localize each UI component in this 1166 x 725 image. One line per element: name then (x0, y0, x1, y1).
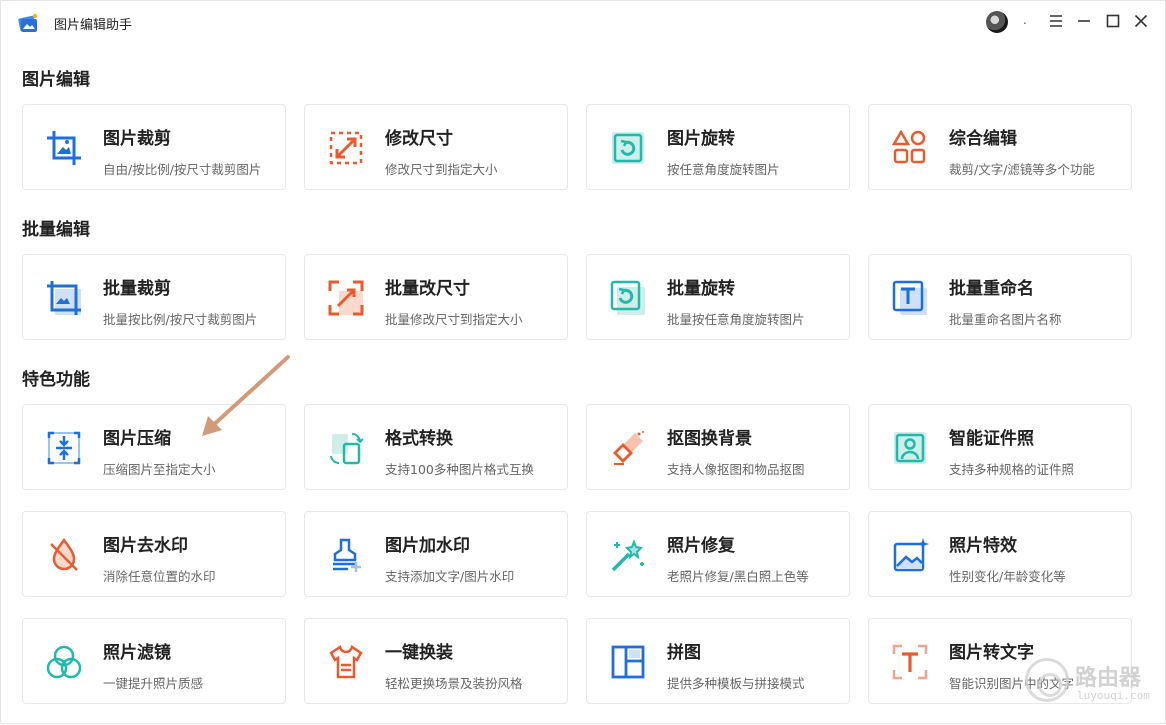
section-title-batch-edit: 批量编辑 (22, 220, 90, 240)
card-desc: 压缩图片至指定大小 (103, 462, 216, 477)
resize-icon (329, 131, 363, 165)
minimize-button[interactable] (1072, 9, 1096, 33)
card-title: 图片旋转 (667, 129, 735, 149)
no-drop-icon (50, 537, 78, 571)
card-photo-restore[interactable]: 照片修复 老照片修复/黑白照上色等 (586, 511, 850, 597)
batch-rotate-icon (610, 280, 645, 315)
maximize-icon (1106, 14, 1120, 28)
card-desc: 智能识别图片中的文字 (949, 676, 1075, 691)
convert-icon (330, 432, 364, 465)
card-desc: 支持多种规格的证件照 (949, 462, 1075, 477)
card-title: 综合编辑 (949, 129, 1017, 149)
title-bar: 图片编辑助手 . (1, 1, 1165, 43)
card-batch-crop[interactable]: 批量裁剪 批量按比例/按尺寸裁剪图片 (22, 254, 286, 340)
card-title: 批量重命名 (949, 279, 1034, 299)
card-desc: 裁剪/文字/滤镜等多个功能 (949, 162, 1095, 177)
card-desc: 批量修改尺寸到指定大小 (385, 312, 523, 327)
card-desc: 提供多种模板与拼接模式 (667, 676, 805, 691)
card-desc: 按任意角度旋转图片 (667, 162, 780, 177)
card-id-photo[interactable]: 智能证件照 支持多种规格的证件照 (868, 404, 1132, 490)
card-title: 图片去水印 (103, 536, 188, 556)
card-title: 照片特效 (949, 536, 1017, 556)
card-desc: 支持添加文字/图片水印 (385, 569, 515, 584)
card-desc: 消除任意位置的水印 (103, 569, 216, 584)
card-title: 一键换装 (385, 643, 453, 663)
card-collage[interactable]: 拼图 提供多种模板与拼接模式 (586, 618, 850, 704)
card-add-watermark[interactable]: 图片加水印 支持添加文字/图片水印 (304, 511, 568, 597)
card-title: 图片转文字 (949, 643, 1034, 663)
card-desc: 批量按比例/按尺寸裁剪图片 (103, 312, 258, 327)
user-avatar[interactable] (986, 11, 1008, 33)
eraser-icon (613, 431, 644, 465)
batch-resize-icon (328, 280, 364, 316)
card-desc: 老照片修复/黑白照上色等 (667, 569, 809, 584)
card-desc: 性别变化/年龄变化等 (949, 569, 1066, 584)
shapes-icon (891, 129, 926, 164)
card-desc: 批量重命名图片名称 (949, 312, 1062, 327)
section-title-features: 特色功能 (22, 370, 90, 390)
card-desc: 修改尺寸到指定大小 (385, 162, 498, 177)
crop-icon (47, 131, 81, 165)
card-photo-effects[interactable]: 照片特效 性别变化/年龄变化等 (868, 511, 1132, 597)
card-title: 批量裁剪 (103, 279, 171, 299)
id-photo-icon (894, 432, 926, 464)
magic-wand-icon (611, 539, 644, 572)
close-button[interactable] (1129, 9, 1153, 33)
card-outfit-change[interactable]: 一键换装 轻松更换场景及装扮风格 (304, 618, 568, 704)
card-batch-rename[interactable]: 批量重命名 批量重命名图片名称 (868, 254, 1132, 340)
card-desc: 自由/按比例/按尺寸裁剪图片 (103, 162, 262, 177)
user-name[interactable]: . (1023, 13, 1027, 27)
batch-crop-icon (47, 281, 81, 315)
card-compress[interactable]: 图片压缩 压缩图片至指定大小 (22, 404, 286, 490)
rotate-icon (612, 132, 644, 164)
card-desc: 批量按任意角度旋转图片 (667, 312, 805, 327)
card-desc: 支持100多种图片格式互换 (385, 462, 534, 477)
compress-icon (47, 431, 81, 465)
card-title: 照片滤镜 (103, 643, 171, 663)
card-title: 图片压缩 (103, 429, 171, 449)
app-title: 图片编辑助手 (54, 18, 133, 33)
section-title-image-edit: 图片编辑 (22, 70, 90, 90)
card-title: 格式转换 (385, 429, 453, 449)
menu-button[interactable] (1044, 9, 1068, 33)
menu-icon (1050, 15, 1062, 27)
app-window: 图片编辑助手 . 图片编辑 批量编辑 特色功能 图片裁剪 自由/按比例/按尺寸裁… (0, 0, 1166, 724)
sparkle-image-icon (893, 538, 929, 572)
card-title: 图片加水印 (385, 536, 470, 556)
card-combo-edit[interactable]: 综合编辑 裁剪/文字/滤镜等多个功能 (868, 104, 1132, 190)
card-photo-filter[interactable]: 照片滤镜 一键提升照片质感 (22, 618, 286, 704)
maximize-button[interactable] (1101, 9, 1125, 33)
close-icon (1134, 14, 1148, 28)
stamp-icon (333, 538, 361, 572)
card-batch-resize[interactable]: 批量改尺寸 批量修改尺寸到指定大小 (304, 254, 568, 340)
collage-icon (611, 645, 645, 679)
card-crop[interactable]: 图片裁剪 自由/按比例/按尺寸裁剪图片 (22, 104, 286, 190)
card-resize[interactable]: 修改尺寸 修改尺寸到指定大小 (304, 104, 568, 190)
card-title: 批量改尺寸 (385, 279, 470, 299)
card-remove-watermark[interactable]: 图片去水印 消除任意位置的水印 (22, 511, 286, 597)
ocr-icon (892, 644, 928, 680)
card-desc: 一键提升照片质感 (103, 676, 204, 691)
card-desc: 轻松更换场景及装扮风格 (385, 676, 523, 691)
card-cutout[interactable]: 抠图换背景 支持人像抠图和物品抠图 (586, 404, 850, 490)
card-title: 抠图换背景 (667, 429, 752, 449)
shirt-icon (329, 645, 363, 679)
app-logo-icon (18, 13, 38, 32)
card-format-convert[interactable]: 格式转换 支持100多种图片格式互换 (304, 404, 568, 490)
minimize-icon (1078, 20, 1090, 22)
filter-icon (46, 645, 82, 679)
card-title: 智能证件照 (949, 429, 1034, 449)
card-title: 修改尺寸 (385, 129, 453, 149)
card-desc: 支持人像抠图和物品抠图 (667, 462, 805, 477)
card-title: 批量旋转 (667, 279, 735, 299)
card-title: 照片修复 (667, 536, 735, 556)
card-title: 拼图 (667, 643, 701, 663)
card-image-to-text[interactable]: 图片转文字 智能识别图片中的文字 (868, 618, 1132, 704)
rename-icon (892, 280, 927, 315)
card-batch-rotate[interactable]: 批量旋转 批量按任意角度旋转图片 (586, 254, 850, 340)
card-rotate[interactable]: 图片旋转 按任意角度旋转图片 (586, 104, 850, 190)
card-title: 图片裁剪 (103, 129, 171, 149)
